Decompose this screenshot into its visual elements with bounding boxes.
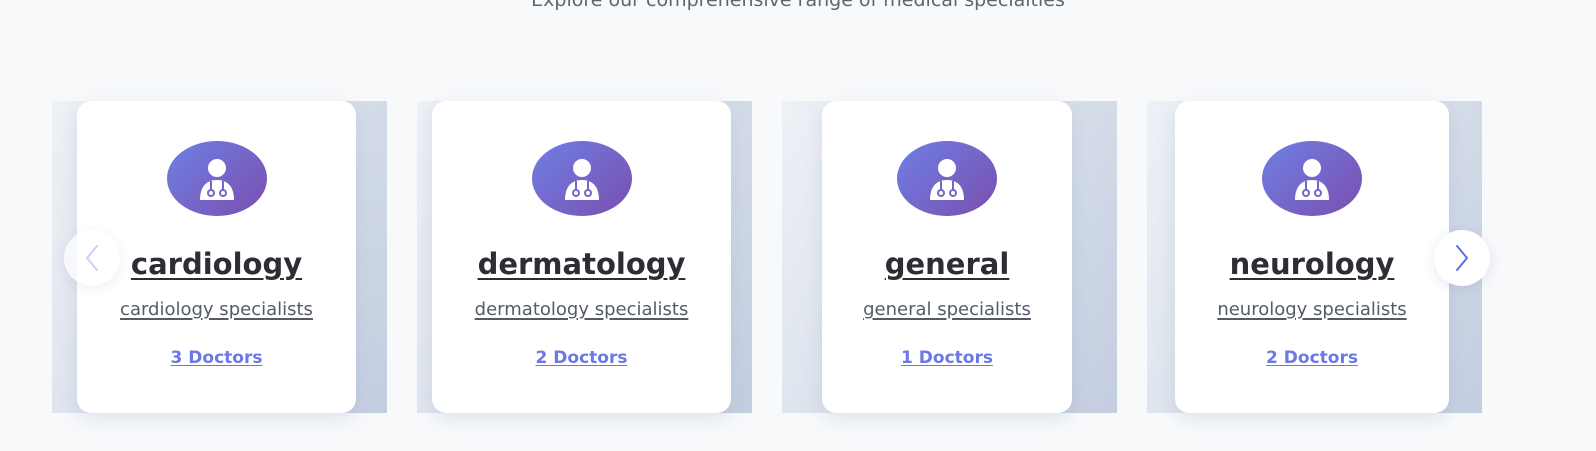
doctor-count-link[interactable]: 1 Doctors — [822, 347, 1072, 369]
avatar — [531, 141, 632, 216]
carousel-slide: general general specialists 1 Doctors — [782, 101, 1117, 413]
card-description[interactable]: general specialists — [822, 298, 1072, 322]
card-title[interactable]: general — [822, 246, 1072, 282]
doctor-icon — [564, 158, 599, 200]
specialty-card-neurology[interactable]: neurology neurology specialists 2 Doctor… — [1175, 101, 1449, 413]
avatar — [1262, 141, 1362, 216]
card-title[interactable]: neurology — [1175, 246, 1449, 282]
doctor-icon — [199, 158, 234, 200]
doctor-count-link[interactable]: 3 Doctors — [77, 347, 356, 369]
card-description[interactable]: cardiology specialists — [77, 298, 356, 322]
card-description[interactable]: neurology specialists — [1175, 298, 1449, 322]
doctor-count-link[interactable]: 2 Doctors — [432, 347, 731, 369]
carousel-slide: dermatology dermatology specialists 2 Do… — [417, 101, 752, 413]
card-title[interactable]: dermatology — [432, 246, 731, 282]
specialties-carousel: cardiology cardiology specialists 3 Doct… — [0, 0, 1596, 451]
doctor-icon — [1295, 158, 1329, 200]
carousel-next-button[interactable] — [1434, 230, 1490, 286]
specialty-card-dermatology[interactable]: dermatology dermatology specialists 2 Do… — [432, 101, 731, 413]
card-description[interactable]: dermatology specialists — [432, 298, 731, 322]
doctor-icon — [930, 158, 964, 200]
doctor-count-link[interactable]: 2 Doctors — [1175, 347, 1449, 369]
carousel-prev-button[interactable] — [64, 230, 120, 286]
carousel-slide: neurology neurology specialists 2 Doctor… — [1147, 101, 1482, 413]
avatar — [897, 141, 997, 216]
avatar — [166, 141, 267, 216]
specialty-card-general[interactable]: general general specialists 1 Doctors — [822, 101, 1072, 413]
chevron-left-icon — [86, 245, 98, 271]
chevron-right-icon — [1456, 245, 1468, 271]
